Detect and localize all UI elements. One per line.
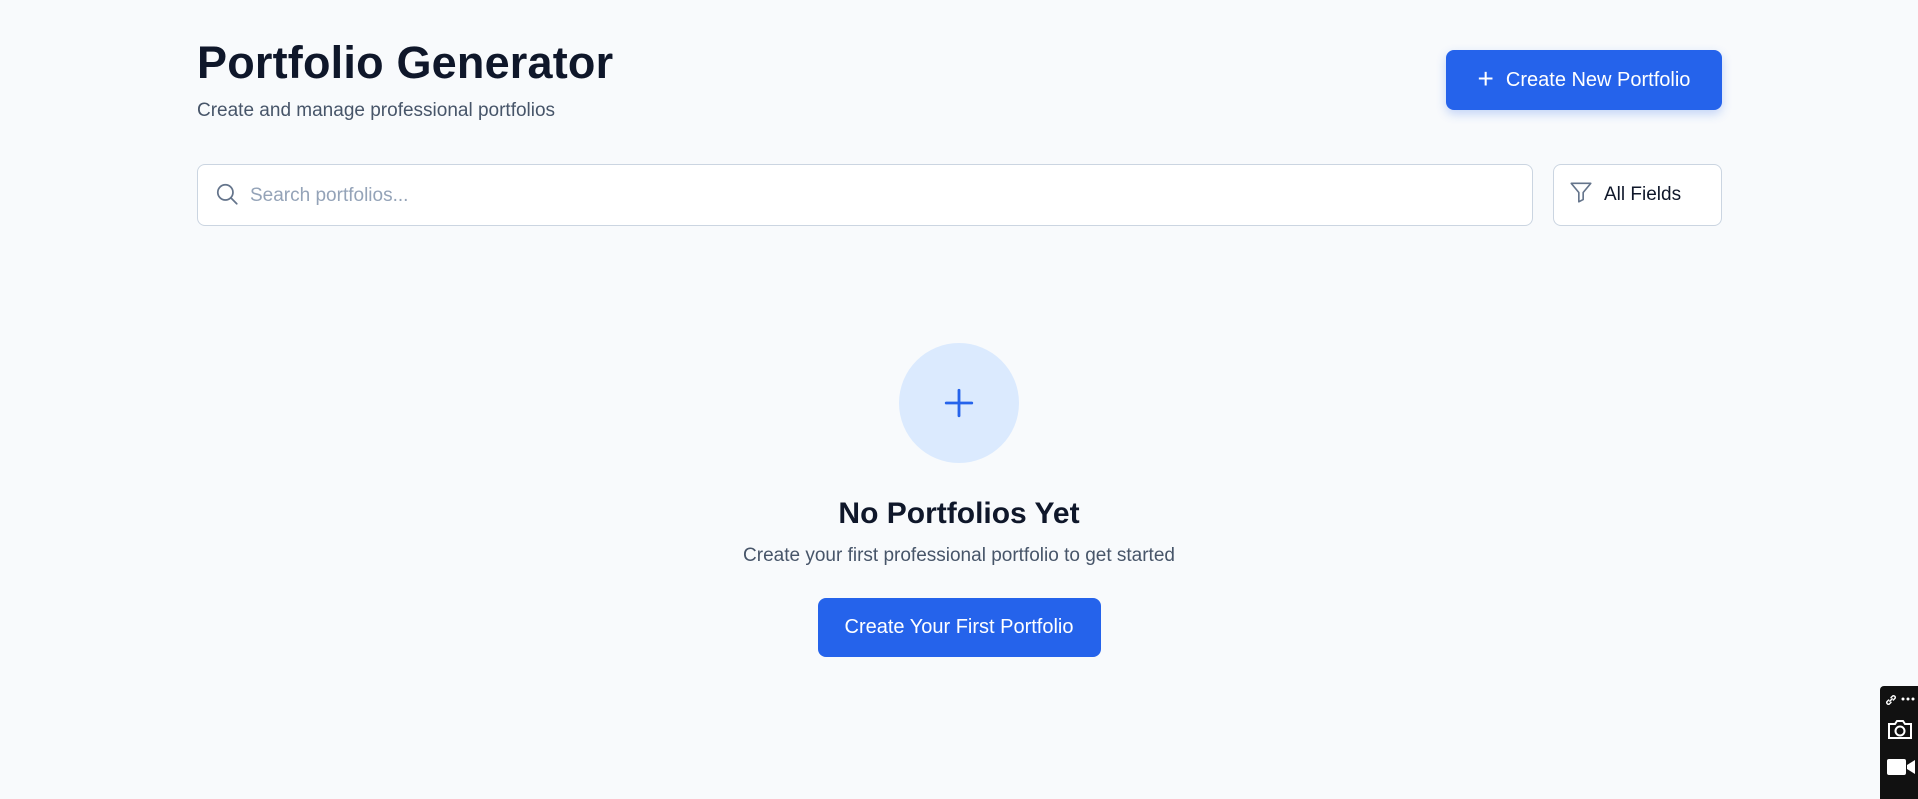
empty-state: No Portfolios Yet Create your first prof… — [0, 343, 1918, 657]
camera-icon[interactable] — [1886, 717, 1914, 741]
video-icon[interactable] — [1886, 756, 1916, 778]
page-title: Portfolio Generator — [197, 37, 614, 88]
plus-icon — [944, 388, 974, 418]
page-header: Portfolio Generator Create and manage pr… — [197, 36, 1722, 126]
filter-label: All Fields — [1604, 184, 1682, 205]
search-icon — [216, 183, 238, 205]
portfolio-generator-page: Portfolio Generator Create and manage pr… — [0, 0, 1918, 799]
plus-icon: + — [1477, 62, 1494, 94]
screen-capture-widget — [1880, 686, 1918, 799]
page-subtitle: Create and manage professional portfolio… — [197, 100, 556, 121]
empty-state-icon-circle — [899, 343, 1019, 463]
create-new-portfolio-button[interactable]: + Create New Portfolio — [1446, 50, 1722, 110]
search-input[interactable] — [248, 165, 1522, 227]
filter-icon — [1570, 182, 1592, 203]
search-toolbar: All Fields — [197, 164, 1722, 227]
search-box[interactable] — [197, 164, 1533, 227]
create-first-portfolio-button[interactable]: Create Your First Portfolio — [817, 598, 1101, 657]
create-new-portfolio-label: Create New Portfolio — [1505, 68, 1691, 91]
link-icon[interactable] — [1884, 693, 1898, 707]
empty-state-description: Create your first professional portfolio… — [743, 545, 1175, 566]
more-icon[interactable] — [1901, 696, 1915, 702]
field-filter-dropdown[interactable]: All Fields — [1553, 164, 1722, 226]
empty-state-title: No Portfolios Yet — [838, 497, 1080, 530]
